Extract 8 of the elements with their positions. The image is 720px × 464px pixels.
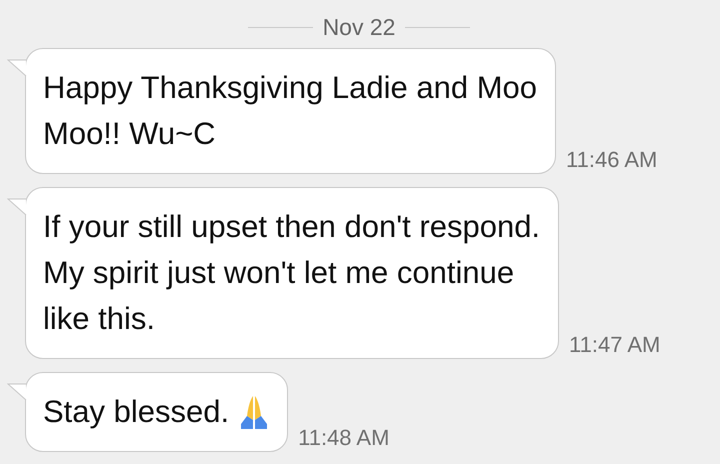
date-divider: Nov 22: [322, 14, 396, 41]
message-text: Happy Thanksgiving Ladie and Moo Moo!! Wu~C: [43, 69, 538, 153]
message-time: 11:48 AM: [298, 425, 390, 451]
message-text: Stay blessed.: [43, 393, 230, 431]
message-time: 11:47 AM: [569, 332, 660, 358]
message-time: 11:46 AM: [566, 147, 658, 173]
message-text: If your still upset then don't respond. My spirit just won't let me continue like this.: [43, 208, 540, 338]
praying-hands-icon: [239, 394, 270, 430]
